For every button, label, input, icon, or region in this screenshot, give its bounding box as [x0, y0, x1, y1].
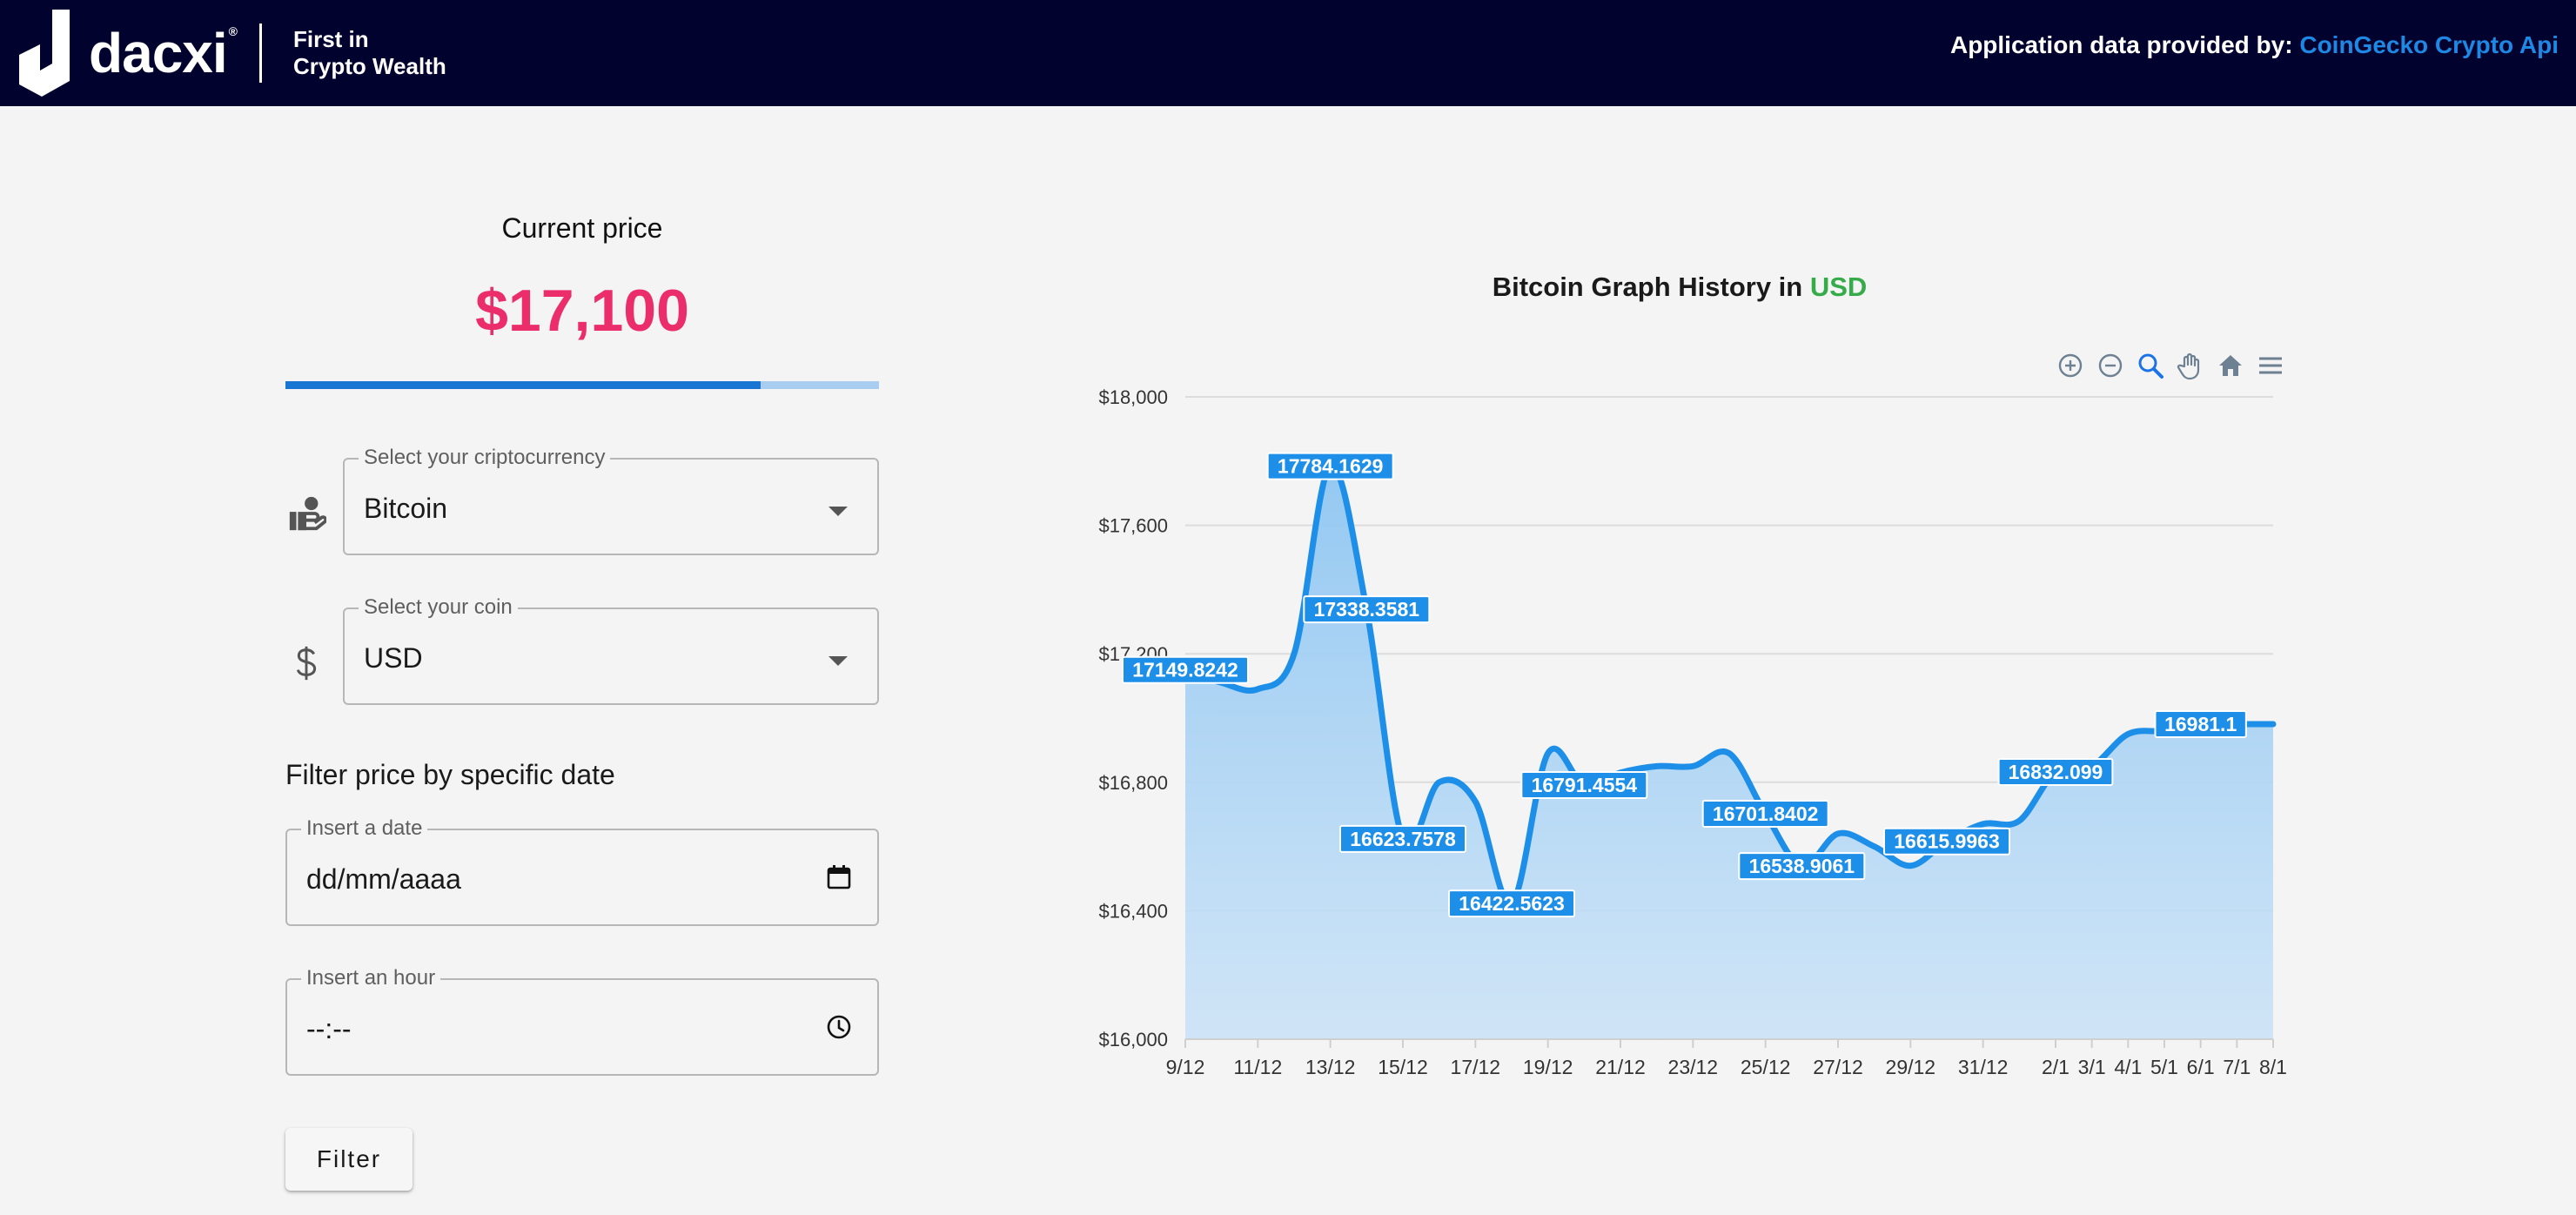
y-tick-label: $18,000 — [1098, 386, 1168, 408]
data-label-text: 16701.8402 — [1713, 802, 1819, 825]
hour-input-row: Insert an hour --:-- — [285, 966, 879, 1077]
hour-input-label: Insert an hour — [301, 966, 441, 990]
filter-date-title: Filter price by specific date — [285, 759, 615, 790]
x-tick-label: 9/12 — [1166, 1056, 1205, 1078]
registered-mark: ® — [228, 24, 238, 38]
hour-input-placeholder: --:-- — [306, 1013, 352, 1044]
data-credit: Application data provided by: CoinGecko … — [1950, 31, 2559, 59]
data-label-text: 16615.9963 — [1894, 830, 2000, 853]
x-axis: 9/12 11/12 13/12 15/12 17/12 19/12 21/12 23/12 2… — [1166, 1038, 2287, 1078]
filter-button[interactable]: Filter — [285, 1128, 413, 1191]
data-label: 16422.5623 — [1448, 889, 1575, 918]
data-label-text: 16791.4554 — [1532, 774, 1638, 796]
x-tick-label: 21/12 — [1595, 1056, 1646, 1078]
tagline-line-1: First in — [292, 26, 369, 52]
data-label: 16615.9963 — [1883, 827, 2010, 856]
current-price-value: $17,100 — [475, 278, 689, 344]
data-label-text: 16538.9061 — [1749, 855, 1855, 877]
data-label-text: 17784.1629 — [1278, 455, 1384, 478]
x-tick-label: 31/12 — [1958, 1056, 2009, 1078]
coin-select-row: Select your coin USD — [285, 595, 879, 707]
price-history-chart: $16,000$16,400$16,800$17,200$17,600$18,0… — [1098, 386, 2287, 1078]
x-tick-label: 19/12 — [1523, 1056, 1573, 1078]
data-label: 16791.4554 — [1520, 770, 1648, 799]
y-axis: $16,000$16,400$16,800$17,200$17,600$18,0… — [1098, 386, 1168, 1051]
chevron-down-icon — [828, 507, 848, 516]
x-tick-label: 27/12 — [1813, 1056, 1863, 1078]
data-label: 16623.7578 — [1339, 824, 1466, 853]
logo[interactable]: dacxi ® First in Crypto Wealth — [17, 0, 446, 106]
data-label-text: 16981.1 — [2164, 713, 2237, 735]
logo-divider — [258, 23, 262, 83]
x-tick-label: 23/12 — [1668, 1056, 1719, 1078]
y-tick-label: $17,600 — [1098, 515, 1168, 537]
x-tick-label: 6/1 — [2187, 1056, 2215, 1078]
data-label: 16832.099 — [1997, 757, 2114, 786]
crypto-select-value: Bitcoin — [364, 493, 448, 524]
dollar-icon — [285, 642, 327, 684]
data-label-text: 16832.099 — [2009, 761, 2103, 783]
data-label-text: 17149.8242 — [1132, 659, 1238, 681]
y-tick-label: $16,000 — [1098, 1029, 1168, 1051]
data-label-text: 16623.7578 — [1350, 828, 1456, 850]
credit-prefix: Application data provided by: — [1949, 31, 2293, 58]
price-progress-bar — [285, 381, 879, 389]
chevron-down-icon — [828, 656, 848, 666]
x-tick-label: 8/1 — [2259, 1056, 2287, 1078]
x-tick-label: 5/1 — [2150, 1056, 2178, 1078]
y-tick-label: $16,400 — [1098, 900, 1168, 922]
chart-title-currency: USD — [1809, 272, 1868, 302]
x-tick-label: 17/12 — [1451, 1056, 1501, 1078]
x-tick-label: 13/12 — [1305, 1056, 1356, 1078]
current-price-label: Current price — [501, 212, 663, 244]
data-label-text: 16422.5623 — [1459, 892, 1565, 915]
coin-select[interactable]: Select your coin USD — [343, 595, 879, 705]
x-tick-label: 2/1 — [2042, 1056, 2070, 1078]
coingecko-link[interactable]: CoinGecko Crypto Api — [2299, 31, 2559, 58]
date-input-placeholder: dd/mm/aaaa — [306, 863, 461, 895]
x-tick-label: 29/12 — [1886, 1056, 1936, 1078]
x-tick-label: 3/1 — [2078, 1056, 2106, 1078]
data-label: 16701.8402 — [1701, 800, 1829, 829]
crypto-select[interactable]: Select your criptocurrency Bitcoin — [343, 446, 879, 555]
dacxi-logo-icon — [19, 10, 70, 97]
data-label: 16981.1 — [2154, 709, 2247, 738]
data-label: 17338.3581 — [1303, 595, 1431, 624]
data-label: 17149.8242 — [1122, 655, 1249, 684]
x-tick-label: 4/1 — [2114, 1056, 2142, 1078]
x-tick-label: 7/1 — [2223, 1056, 2251, 1078]
coin-select-value: USD — [364, 642, 423, 674]
chart-title: Bitcoin Graph History in USD — [1184, 272, 2176, 303]
date-input-row: Insert a date dd/mm/aaaa — [285, 816, 879, 928]
data-label-text: 17338.3581 — [1314, 598, 1420, 621]
x-tick-label: 11/12 — [1233, 1056, 1282, 1078]
clock-icon[interactable] — [825, 1013, 853, 1041]
chart-title-prefix: Bitcoin Graph History in — [1492, 272, 1803, 302]
brand-tagline: First in Crypto Wealth — [293, 26, 446, 80]
brand-name: dacxi ® — [89, 22, 238, 84]
crypto-select-row: Select your criptocurrency Bitcoin — [285, 446, 879, 557]
data-label: 17784.1629 — [1266, 452, 1394, 480]
coin-select-label: Select your coin — [359, 595, 518, 620]
x-tick-label: 25/12 — [1741, 1056, 1791, 1078]
hour-input[interactable]: Insert an hour --:-- — [285, 966, 879, 1076]
x-tick-label: 15/12 — [1378, 1056, 1428, 1078]
price-progress-fill — [285, 381, 761, 389]
date-input[interactable]: Insert a date dd/mm/aaaa — [285, 816, 879, 926]
tagline-line-2: Crypto Wealth — [292, 53, 446, 79]
data-label: 16538.9061 — [1738, 852, 1866, 881]
crypto-select-label: Select your criptocurrency — [359, 446, 611, 470]
y-tick-label: $16,800 — [1098, 772, 1168, 794]
date-input-label: Insert a date — [301, 816, 428, 841]
app-header: dacxi ® First in Crypto Wealth Applicatio… — [0, 0, 2576, 106]
calendar-icon[interactable] — [825, 863, 853, 891]
hand-coin-icon — [285, 493, 327, 534]
